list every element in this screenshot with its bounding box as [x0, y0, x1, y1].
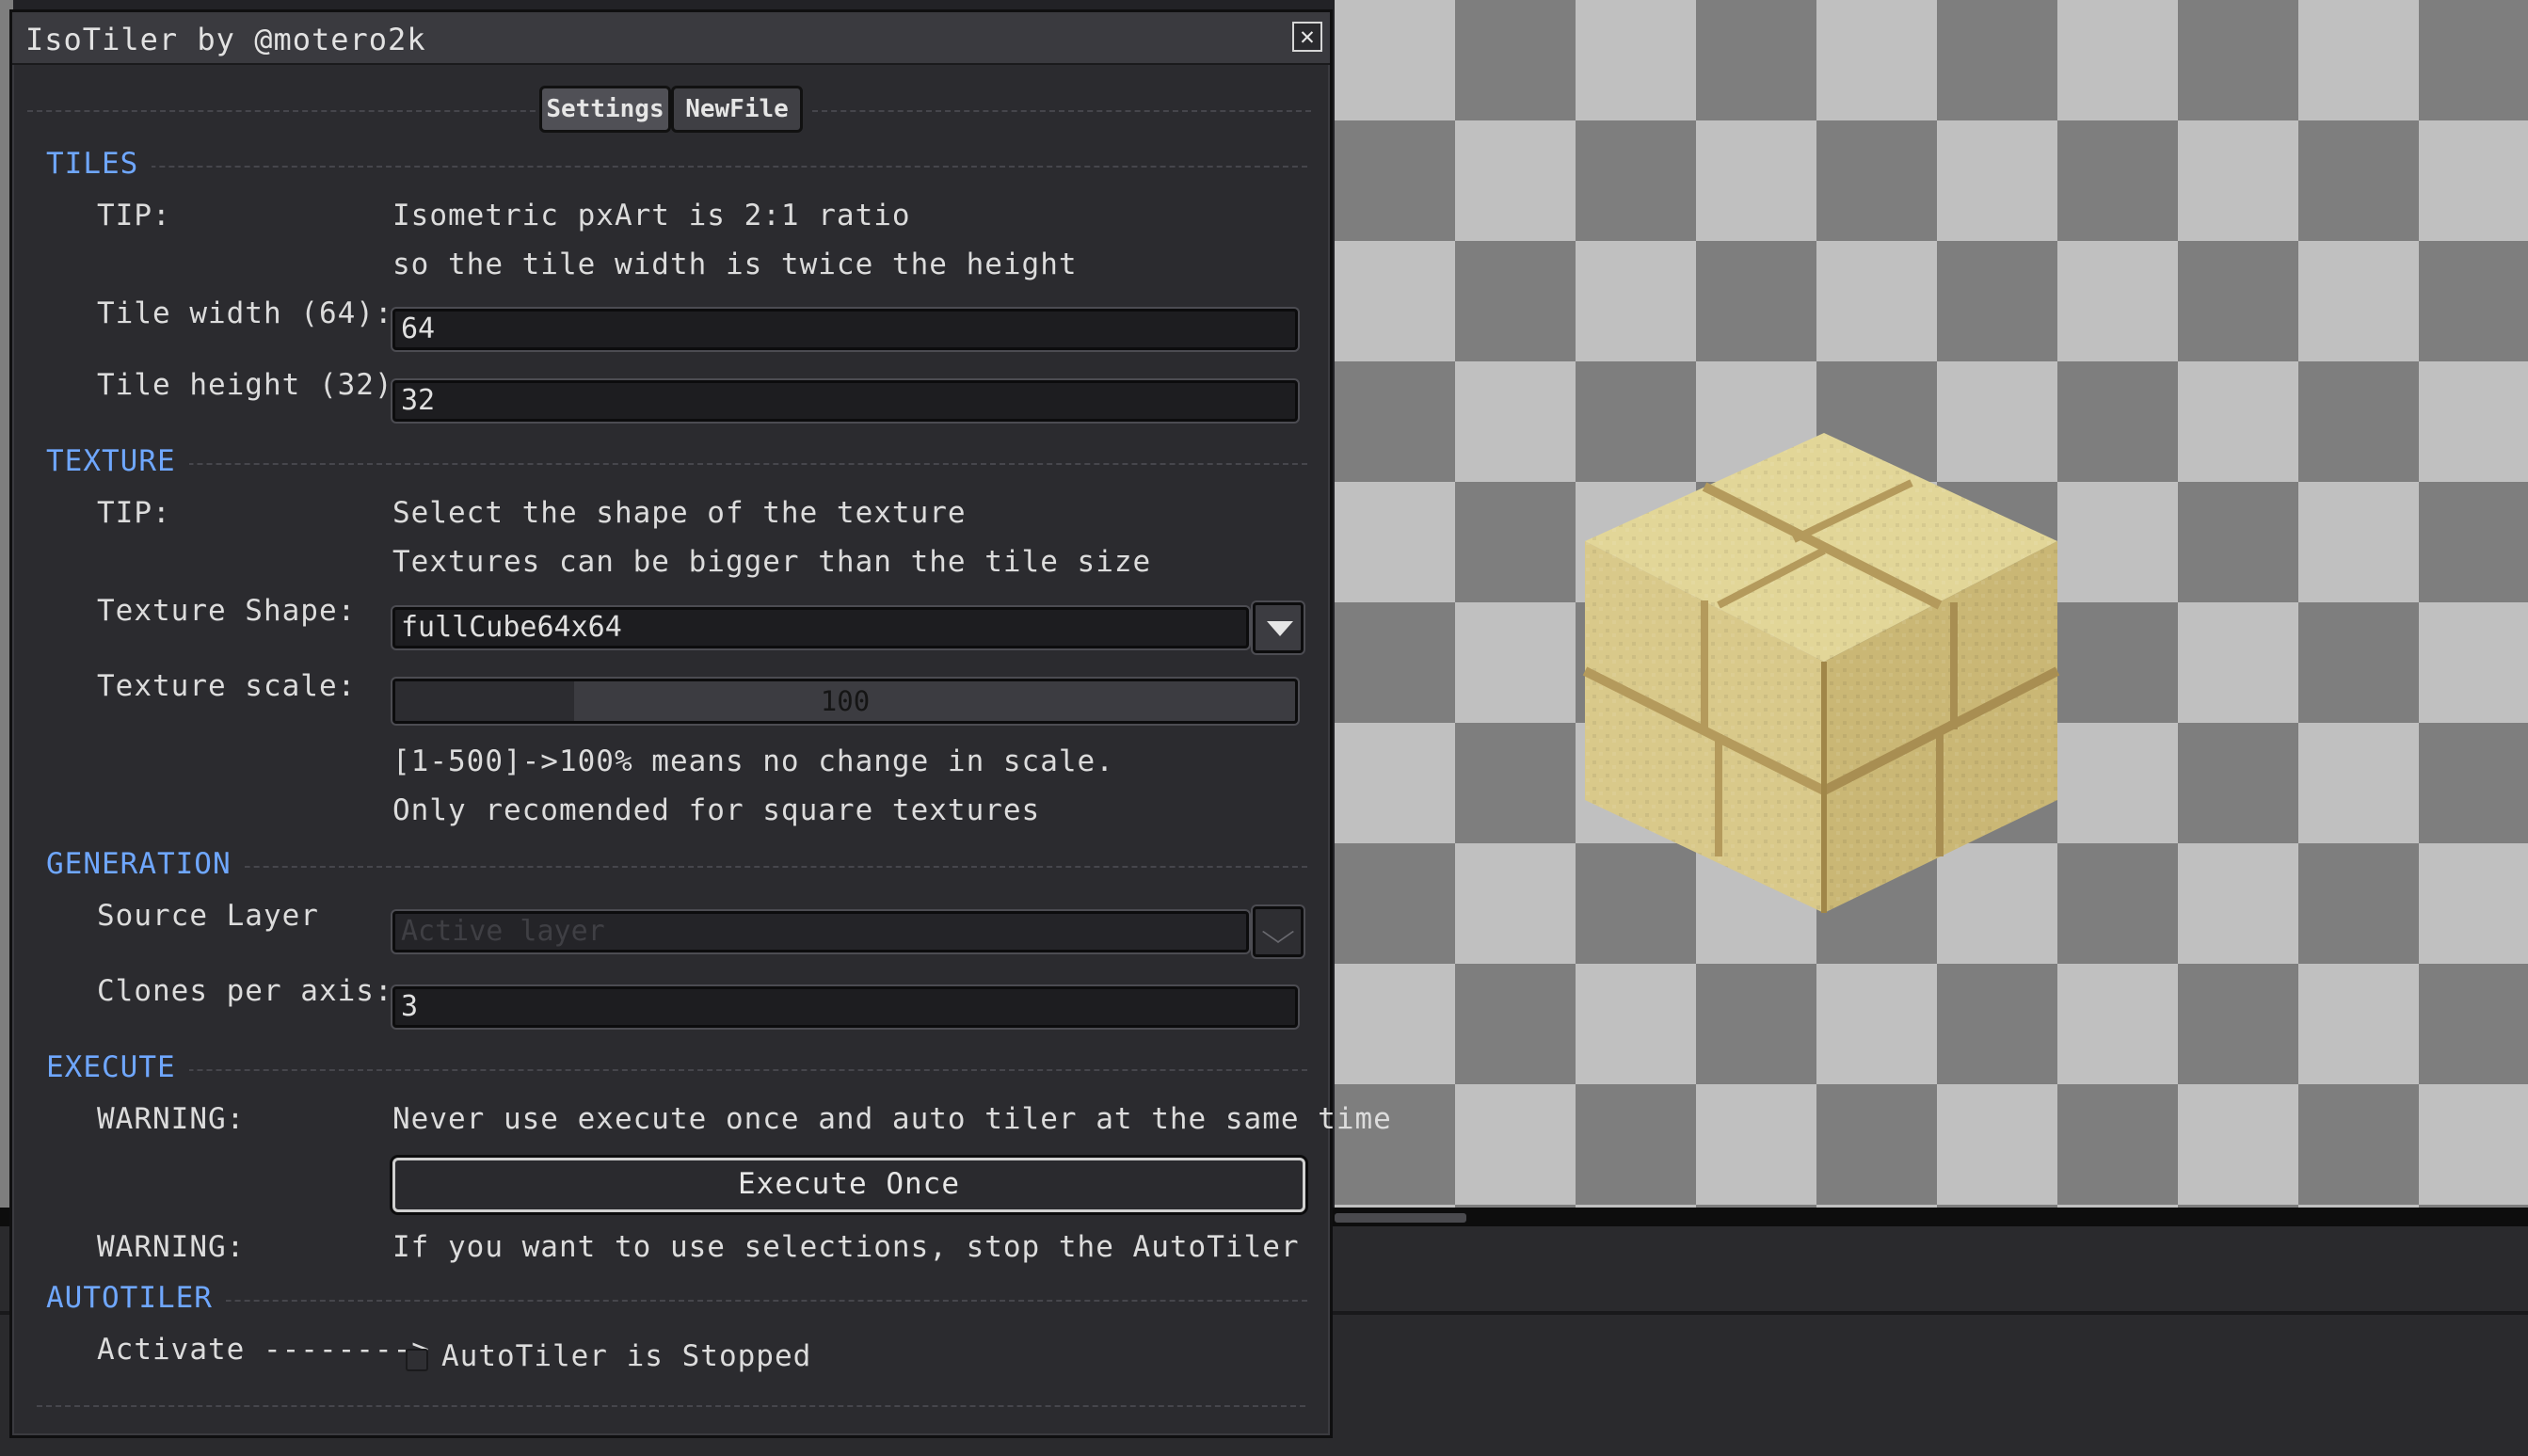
timeline-scrollbar[interactable]: [1335, 1213, 1466, 1223]
texture-tip-line2: Textures can be bigger than the tile siz…: [392, 545, 1152, 579]
tiles-tip-label: TIP:: [97, 199, 171, 232]
tab-newfile[interactable]: NewFile: [671, 86, 803, 133]
tiles-tip-line1: Isometric pxArt is 2:1 ratio: [392, 199, 911, 232]
texture-shape-select[interactable]: fullCube64x64: [392, 607, 1249, 648]
section-generation-label: GENERATION: [46, 847, 245, 881]
autotiler-checkbox[interactable]: [406, 1349, 428, 1371]
section-execute-label: EXECUTE: [46, 1050, 189, 1084]
execute-warning-text: Never use execute once and auto tiler at…: [392, 1102, 1392, 1136]
tab-settings[interactable]: Settings: [539, 86, 671, 133]
execute-once-button[interactable]: Execute Once: [392, 1158, 1305, 1212]
source-layer-label: Source Layer: [97, 899, 319, 933]
section-texture: TEXTURE: [46, 444, 1307, 482]
clones-input[interactable]: 3: [392, 986, 1298, 1028]
section-autotiler: AUTOTILER: [46, 1281, 1307, 1319]
section-texture-label: TEXTURE: [46, 444, 189, 478]
texture-scale-note1: [1-500]->100% means no change in scale.: [392, 744, 1114, 778]
dialog-titlebar[interactable]: IsoTiler by @motero2k ✕: [12, 12, 1330, 65]
autotiler-status[interactable]: AutoTiler is Stopped: [441, 1339, 811, 1373]
texture-scale-slider[interactable]: 100: [392, 679, 1298, 724]
tab-bar: Settings NewFile: [12, 82, 1330, 136]
section-execute: EXECUTE: [46, 1050, 1307, 1088]
texture-shape-label: Texture Shape:: [97, 594, 357, 628]
selection-warning-label: WARNING:: [97, 1230, 246, 1264]
texture-tip-line1: Select the shape of the texture: [392, 496, 967, 530]
section-generation: GENERATION: [46, 847, 1307, 885]
section-autotiler-label: AUTOTILER: [46, 1281, 226, 1315]
section-tiles-label: TILES: [46, 147, 152, 181]
brick-cube-sprite: [1582, 433, 2060, 913]
texture-shape-dropdown-button[interactable]: [1253, 602, 1304, 653]
texture-tip-label: TIP:: [97, 496, 171, 530]
source-layer-select[interactable]: Active layer: [392, 911, 1249, 952]
selection-warning-text: If you want to use selections, stop the …: [392, 1230, 1300, 1264]
tile-height-input[interactable]: 32: [392, 380, 1298, 422]
close-icon: ✕: [1300, 23, 1315, 51]
dialog-title: IsoTiler by @motero2k: [25, 22, 426, 57]
tiles-tip-line2: so the tile width is twice the height: [392, 248, 1078, 281]
clones-label: Clones per axis:: [97, 974, 393, 1008]
texture-scale-value: 100: [820, 685, 871, 717]
isotiler-dialog: IsoTiler by @motero2k ✕ Settings NewFile…: [9, 9, 1391, 1438]
chevron-down-icon: [1262, 920, 1294, 943]
close-button[interactable]: ✕: [1292, 22, 1322, 52]
source-layer-dropdown-button[interactable]: [1253, 906, 1304, 957]
tile-height-label: Tile height (32):: [97, 368, 412, 402]
execute-warning-label: WARNING:: [97, 1102, 246, 1136]
tile-width-input[interactable]: 64: [392, 309, 1298, 350]
texture-scale-note2: Only recomended for square textures: [392, 793, 1041, 827]
bottom-divider: [37, 1405, 1305, 1407]
activate-label: Activate -------->: [97, 1333, 430, 1367]
chevron-down-icon: [1267, 621, 1293, 636]
tile-width-label: Tile width (64):: [97, 296, 393, 330]
section-tiles: TILES: [46, 147, 1307, 184]
texture-scale-label: Texture scale:: [97, 669, 357, 703]
